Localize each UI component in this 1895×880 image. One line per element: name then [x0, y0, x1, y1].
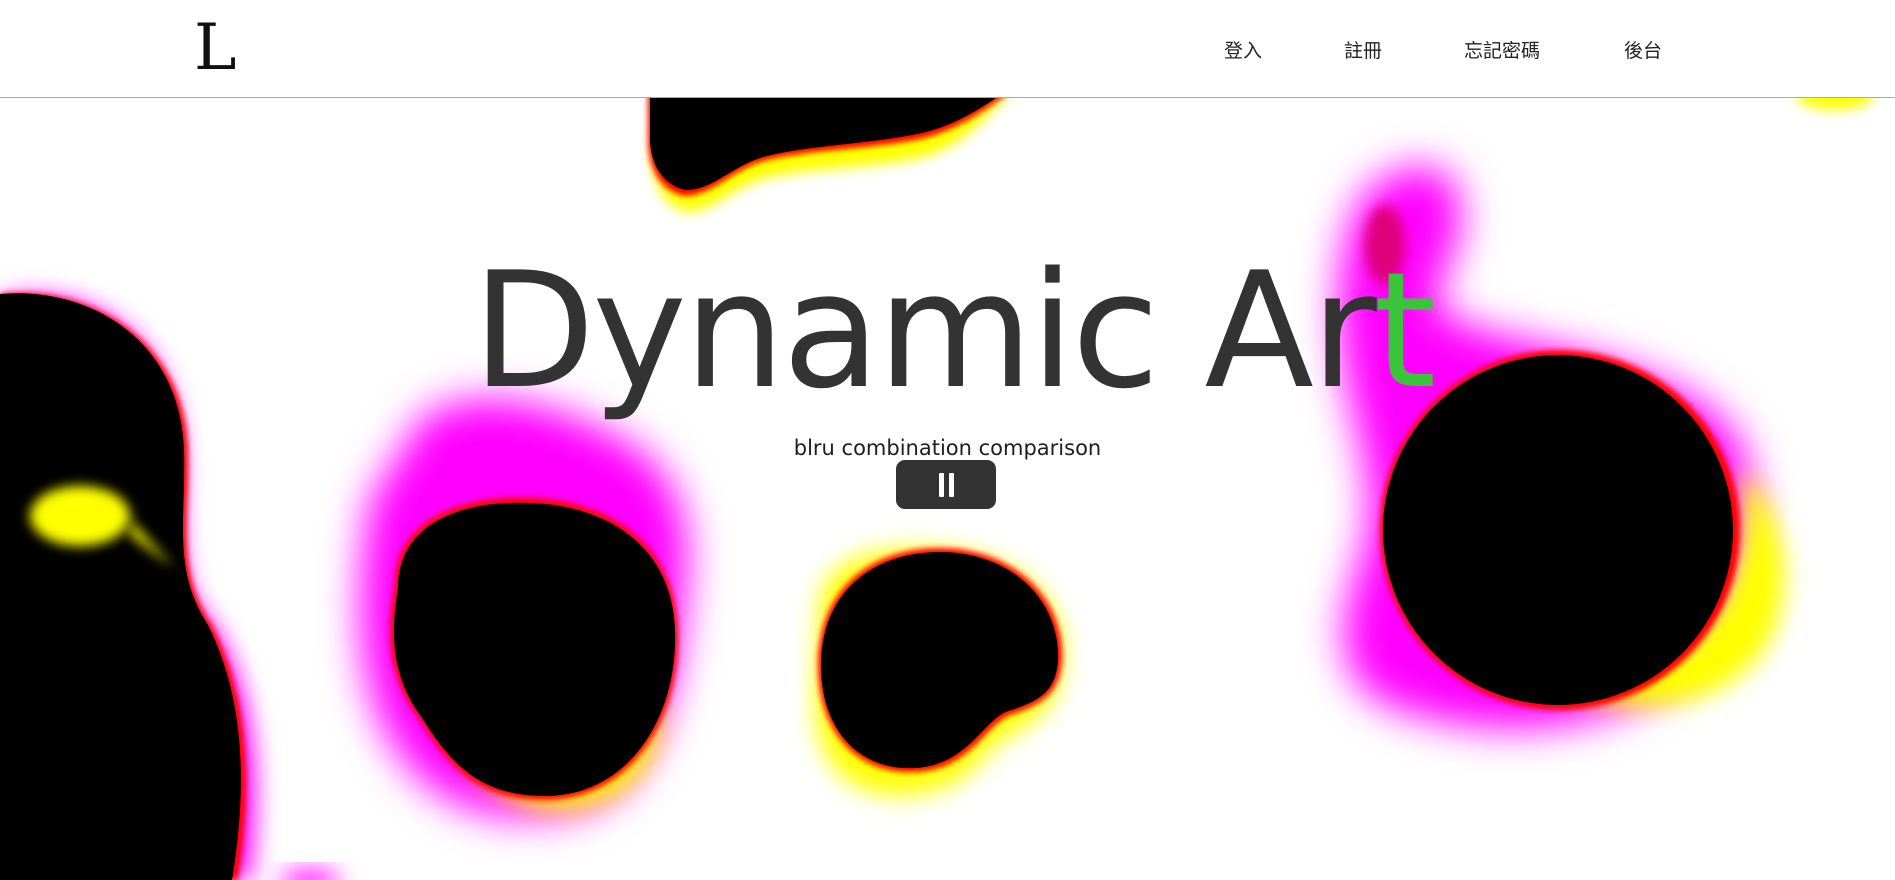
main-nav: 登入 註冊 忘記密碼 後台: [0, 0, 1895, 97]
nav-login-link[interactable]: 登入: [1224, 36, 1262, 63]
art-blob-center-left: [360, 398, 688, 818]
art-blob-corner: [1797, 97, 1873, 110]
nav-register-link[interactable]: 註冊: [1344, 36, 1382, 63]
pause-icon: [938, 472, 944, 497]
page: L 登入 註冊 忘記密碼 後台 Dynamic Art blru combina…: [0, 0, 1895, 880]
pause-icon-bar: [948, 472, 954, 497]
art-blob-bottom: [280, 870, 340, 880]
pause-button[interactable]: [896, 460, 996, 509]
hero-title: Dynamic Art: [472, 236, 1437, 426]
nav-admin-link[interactable]: 後台: [1624, 36, 1662, 63]
hero-title-accent: t: [1373, 237, 1437, 424]
hero-title-main: Dynamic Ar: [472, 237, 1377, 424]
nav-forgot-password-link[interactable]: 忘記密碼: [1464, 36, 1540, 63]
site-header: L 登入 註冊 忘記密碼 後台: [0, 0, 1895, 98]
art-blob-left: [0, 292, 256, 880]
art-blob-top: [648, 97, 1006, 212]
hero-subtitle: blru combination comparison: [793, 436, 1102, 460]
art-blob-center: [815, 548, 1063, 796]
